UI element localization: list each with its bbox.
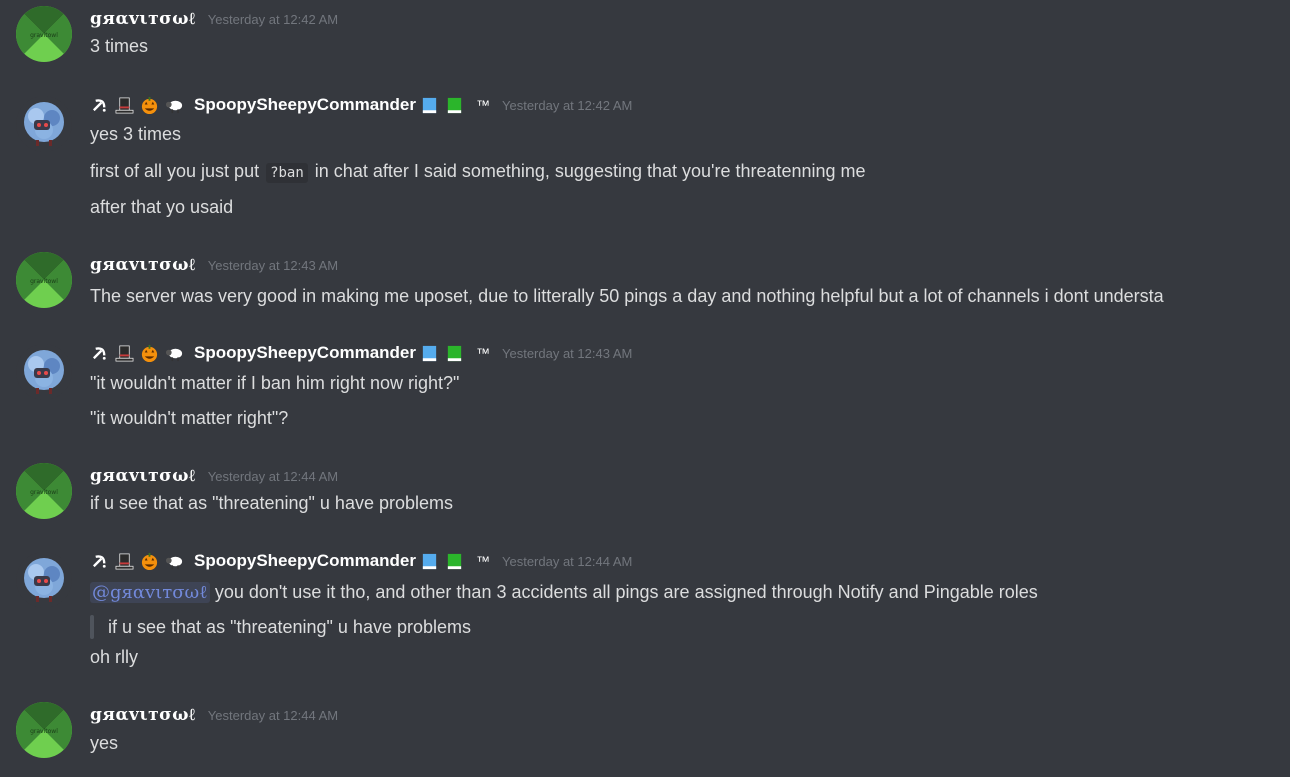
- username[interactable]: SpoopySheepyCommander: [194, 551, 416, 571]
- gravitowl-avatar-icon: gravitowl: [16, 252, 72, 308]
- text-segment: you don't use it tho, and other than 3 a…: [209, 582, 1038, 602]
- username-suffix-emojis: [420, 344, 470, 363]
- hammer-sickle-icon: [90, 344, 109, 363]
- avatar-label: gravitowl: [30, 32, 58, 39]
- message-text: yes 3 times: [90, 124, 182, 144]
- text-segment: first of all you just put: [90, 161, 265, 181]
- username-prefix-emojis: [90, 96, 190, 115]
- message-text: first of all you just put ?ban in chat a…: [90, 159, 866, 185]
- jack-o-lantern-icon: [140, 96, 159, 115]
- green-book-icon: [445, 344, 464, 363]
- avatar[interactable]: gravitowl: [16, 463, 72, 519]
- timestamp: Yesterday at 12:44 AM: [207, 468, 339, 484]
- green-book-icon: [445, 552, 464, 571]
- inline-code: ?ban: [266, 163, 308, 183]
- message-header: gяαvιтσωℓ Yesterday at 12:43 AM: [90, 252, 338, 278]
- message-text: "it wouldn't matter if I ban him right n…: [90, 373, 460, 393]
- avatar[interactable]: gravitowl: [16, 252, 72, 308]
- quote-bar: [90, 615, 94, 639]
- trademark-symbol: ™: [476, 97, 490, 113]
- trademark-symbol: ™: [476, 345, 490, 361]
- gravitowl-avatar-icon: gravitowl: [16, 463, 72, 519]
- timestamp: Yesterday at 12:43 AM: [502, 345, 633, 361]
- timestamp: Yesterday at 12:44 AM: [502, 553, 633, 569]
- trademark-symbol: ™: [476, 553, 490, 569]
- message-header: gяαvιтσωℓ Yesterday at 12:42 AM: [90, 6, 338, 32]
- timestamp: Yesterday at 12:43 AM: [207, 257, 339, 273]
- username-suffix-emojis: [420, 96, 470, 115]
- jack-o-lantern-icon: [140, 552, 159, 571]
- avatar[interactable]: gravitowl: [16, 702, 72, 758]
- hammer-sickle-icon: [90, 552, 109, 571]
- blue-book-icon: [420, 344, 439, 363]
- message-text: oh rlly: [90, 647, 139, 667]
- blue-book-icon: [420, 96, 439, 115]
- sheep-avatar-icon: [16, 344, 72, 400]
- chat-message-list: gravitowl gяαvιтσωℓ Yesterday at 12:42 A…: [0, 0, 1290, 777]
- avatar[interactable]: [16, 96, 72, 152]
- message-text: yes: [90, 733, 119, 753]
- username[interactable]: SpoopySheepyCommander: [194, 343, 416, 363]
- message-text: The server was very good in making me up…: [90, 286, 1164, 306]
- blue-book-icon: [420, 552, 439, 571]
- timestamp: Yesterday at 12:42 AM: [502, 97, 633, 113]
- text-segment: in chat after I said something, suggesti…: [309, 161, 866, 181]
- jack-o-lantern-icon: [140, 344, 159, 363]
- block-quote: if u see that as "threatening" u have pr…: [90, 615, 471, 639]
- top-hat-icon: [115, 344, 134, 363]
- sheep-icon: [165, 96, 184, 115]
- message-text: if u see that as "threatening" u have pr…: [90, 493, 453, 513]
- sheep-icon: [165, 344, 184, 363]
- avatar[interactable]: [16, 552, 72, 608]
- username[interactable]: gяαvιтσωℓ: [90, 705, 196, 725]
- sheep-avatar-icon: [16, 552, 72, 608]
- avatar-label: gravitowl: [30, 489, 58, 496]
- username[interactable]: SpoopySheepyCommander: [194, 95, 416, 115]
- avatar[interactable]: [16, 344, 72, 400]
- timestamp: Yesterday at 12:44 AM: [207, 707, 339, 723]
- message-header: gяαvιтσωℓ Yesterday at 12:44 AM: [90, 463, 338, 489]
- top-hat-icon: [115, 552, 134, 571]
- username[interactable]: gяαvιтσωℓ: [90, 466, 196, 486]
- hammer-sickle-icon: [90, 96, 109, 115]
- green-book-icon: [445, 96, 464, 115]
- sheep-avatar-icon: [16, 96, 72, 152]
- message-header: SpoopySheepyCommander ™ Yesterday at 12:…: [90, 340, 632, 366]
- avatar-label: gravitowl: [30, 728, 58, 735]
- message-text: @gяαvιтσωℓ you don't use it tho, and oth…: [90, 580, 1038, 605]
- username[interactable]: gяαvιтσωℓ: [90, 255, 196, 275]
- username[interactable]: gяαvιтσωℓ: [90, 9, 196, 29]
- top-hat-icon: [115, 96, 134, 115]
- avatar-label: gravitowl: [30, 278, 58, 285]
- message-text: after that yo usaid: [90, 197, 234, 217]
- username-suffix-emojis: [420, 552, 470, 571]
- username-prefix-emojis: [90, 552, 190, 571]
- username-prefix-emojis: [90, 344, 190, 363]
- quote-text: if u see that as "threatening" u have pr…: [108, 617, 471, 637]
- message-text: "it wouldn't matter right"?: [90, 408, 289, 428]
- sheep-icon: [165, 552, 184, 571]
- gravitowl-avatar-icon: gravitowl: [16, 702, 72, 758]
- timestamp: Yesterday at 12:42 AM: [207, 11, 339, 27]
- message-header: gяαvιтσωℓ Yesterday at 12:44 AM: [90, 702, 338, 728]
- gravitowl-avatar-icon: gravitowl: [16, 6, 72, 62]
- message-text: 3 times: [90, 36, 149, 56]
- message-header: SpoopySheepyCommander ™ Yesterday at 12:…: [90, 548, 632, 574]
- avatar[interactable]: gravitowl: [16, 6, 72, 62]
- message-header: SpoopySheepyCommander ™ Yesterday at 12:…: [90, 92, 632, 118]
- user-mention[interactable]: @gяαvιтσωℓ: [90, 582, 210, 603]
